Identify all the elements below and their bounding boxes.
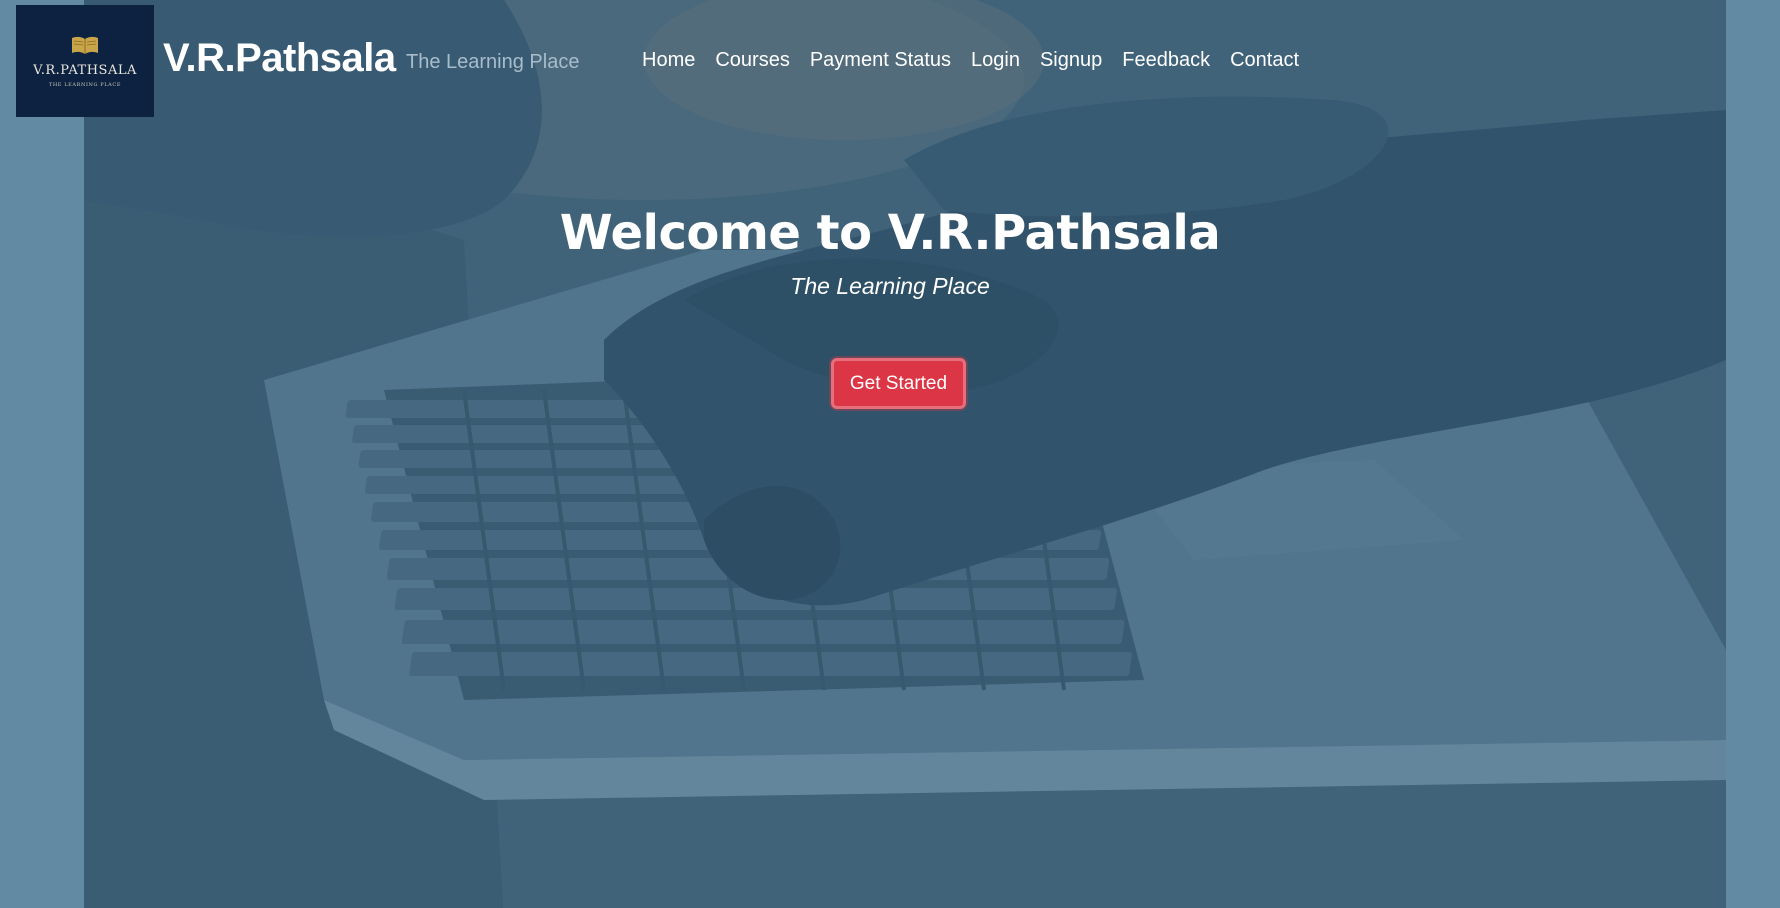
nav-item-signup[interactable]: Signup — [1040, 49, 1102, 72]
logo-tagline: THE LEARNING PLACE — [48, 81, 122, 88]
get-started-button[interactable]: Get Started — [831, 358, 966, 409]
nav-item-home[interactable]: Home — [642, 49, 695, 72]
hero-subtitle: The Learning Place — [790, 273, 990, 299]
nav-item-payment-status[interactable]: Payment Status — [810, 49, 951, 72]
hero-overlay — [84, 0, 1726, 908]
brand-title[interactable]: V.R.Pathsala — [163, 36, 396, 81]
nav-item-login[interactable]: Login — [971, 49, 1020, 72]
nav-item-contact[interactable]: Contact — [1230, 49, 1299, 72]
hero-background — [84, 0, 1726, 908]
nav-item-feedback[interactable]: Feedback — [1122, 49, 1210, 72]
main-nav: Home Courses Payment Status Login Signup… — [642, 49, 1299, 72]
open-book-icon — [72, 36, 98, 54]
nav-item-courses[interactable]: Courses — [715, 49, 789, 72]
brand-tagline: The Learning Place — [406, 51, 580, 73]
hero-title: Welcome to V.R.Pathsala — [559, 205, 1221, 261]
site-logo[interactable]: V.R.PATHSALA THE LEARNING PLACE — [16, 5, 154, 117]
logo-name: V.R.PATHSALA — [33, 62, 137, 78]
